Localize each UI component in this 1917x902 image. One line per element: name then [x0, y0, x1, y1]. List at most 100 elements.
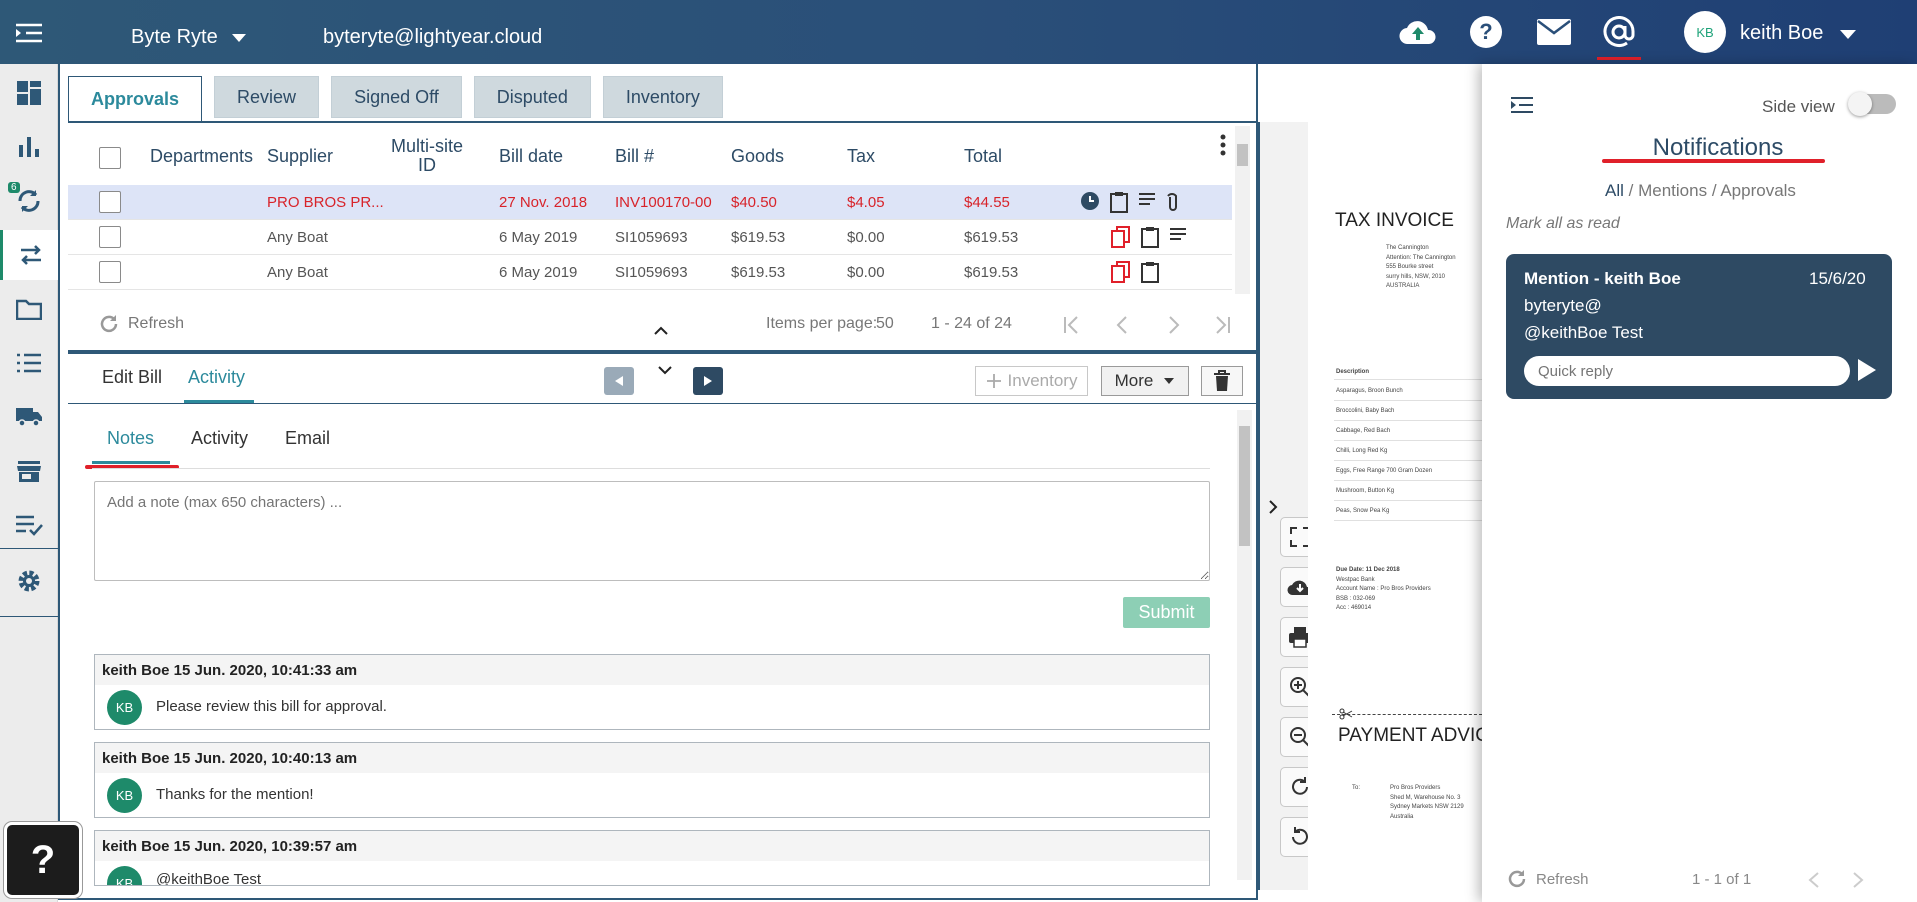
- chevron-down-icon[interactable]: [657, 365, 673, 375]
- mark-all-read-link[interactable]: Mark all as read: [1506, 215, 1620, 233]
- filter-all[interactable]: All: [1605, 181, 1624, 200]
- notification-filters: All / Mentions / Approvals: [1605, 181, 1796, 200]
- col-tax[interactable]: Tax: [847, 146, 875, 167]
- delete-button[interactable]: [1201, 366, 1243, 396]
- col-total[interactable]: Total: [964, 146, 1002, 167]
- chart-icon[interactable]: [0, 122, 58, 172]
- user-name[interactable]: keith Boe: [1740, 22, 1823, 45]
- mail-icon[interactable]: [1534, 14, 1574, 50]
- sync-icon[interactable]: 6: [0, 176, 58, 226]
- chevron-right-icon[interactable]: [1268, 499, 1278, 515]
- tab-inventory[interactable]: Inventory: [602, 76, 723, 118]
- folder-icon[interactable]: [0, 284, 58, 334]
- truck-icon[interactable]: [0, 392, 58, 442]
- table-row[interactable]: Any Boat 6 May 2019 SI1059693 $619.53 $0…: [68, 255, 1232, 290]
- org-selector[interactable]: Byte Ryte: [131, 26, 246, 49]
- next-page-icon[interactable]: [1850, 871, 1866, 889]
- user-avatar[interactable]: KB: [1684, 11, 1726, 53]
- list-icon[interactable]: [0, 338, 58, 388]
- cell-bill-number: SI1059693: [615, 229, 688, 246]
- refresh-button[interactable]: Refresh: [98, 313, 184, 335]
- menu-toggle-icon[interactable]: [14, 22, 44, 44]
- subtab-activity[interactable]: Activity: [191, 428, 248, 449]
- notifications-range: 1 - 1 of 1: [1692, 871, 1752, 888]
- send-reply-icon[interactable]: [1858, 359, 1876, 381]
- col-multisite-id[interactable]: Multi-site ID: [386, 137, 468, 175]
- clipboard-icon[interactable]: [1141, 226, 1159, 248]
- duplicate-icon[interactable]: [1111, 261, 1131, 283]
- cloud-upload-icon[interactable]: [1398, 14, 1438, 50]
- notifications-refresh-button[interactable]: Refresh: [1506, 868, 1589, 890]
- doc-heading: TAX INVOICE: [1335, 210, 1454, 231]
- scissors-icon: [1339, 708, 1353, 720]
- trash-icon: [1214, 370, 1230, 391]
- prev-page-icon[interactable]: [1806, 871, 1822, 889]
- next-bill-button[interactable]: [693, 367, 723, 395]
- attachment-icon[interactable]: [1166, 191, 1180, 213]
- duplicate-icon[interactable]: [1111, 226, 1131, 248]
- note-header: keith Boe 15 Jun. 2020, 10:40:13 am: [95, 743, 1209, 773]
- doc-rule: [1334, 400, 1482, 401]
- tab-approvals[interactable]: Approvals: [68, 76, 203, 122]
- col-departments[interactable]: Departments: [150, 146, 253, 167]
- clipboard-icon[interactable]: [1110, 191, 1128, 213]
- clipboard-icon[interactable]: [1141, 261, 1159, 283]
- submit-note-button[interactable]: Submit: [1123, 597, 1210, 628]
- notes-lines-icon[interactable]: [1169, 226, 1187, 244]
- doc-rule: [1334, 379, 1482, 380]
- filter-mentions[interactable]: Mentions: [1638, 181, 1707, 200]
- sync-badge: 6: [8, 182, 20, 193]
- checklist-icon[interactable]: [0, 500, 58, 550]
- transfer-icon[interactable]: [0, 230, 58, 280]
- dashboard-icon[interactable]: [0, 68, 58, 118]
- first-page-icon[interactable]: [1061, 314, 1083, 336]
- subtab-email[interactable]: Email: [285, 428, 330, 449]
- notes-scrollbar[interactable]: [1237, 410, 1252, 880]
- prev-page-icon[interactable]: [1112, 314, 1134, 336]
- at-mention-icon[interactable]: [1599, 14, 1639, 50]
- col-supplier[interactable]: Supplier: [267, 146, 333, 167]
- last-page-icon[interactable]: [1211, 314, 1233, 336]
- notes-lines-icon[interactable]: [1138, 191, 1156, 209]
- tab-disputed[interactable]: Disputed: [473, 76, 591, 118]
- row-checkbox[interactable]: [99, 261, 121, 283]
- tab-review[interactable]: Review: [214, 76, 320, 118]
- note-input[interactable]: [94, 481, 1210, 581]
- select-all-checkbox[interactable]: [99, 147, 121, 169]
- row-checkbox[interactable]: [99, 226, 121, 248]
- table-row[interactable]: PRO BROS PR... 27 Nov. 2018 INV100170-00…: [68, 185, 1232, 220]
- refresh-label: Refresh: [128, 315, 185, 332]
- tab-signed-off[interactable]: Signed Off: [331, 76, 462, 118]
- side-view-toggle[interactable]: [1848, 92, 1896, 116]
- table-row[interactable]: Any Boat 6 May 2019 SI1059693 $619.53 $0…: [68, 220, 1232, 255]
- settings-gear-icon[interactable]: [0, 556, 58, 606]
- cell-supplier: Any Boat: [267, 264, 328, 281]
- scrollbar-thumb[interactable]: [1239, 426, 1250, 546]
- help-fab-button[interactable]: ?: [4, 822, 82, 898]
- notification-card[interactable]: Mention - keith Boe 15/6/20 byteryte@ @k…: [1506, 254, 1892, 399]
- chevron-up-icon[interactable]: [653, 326, 669, 336]
- filter-approvals[interactable]: Approvals: [1720, 181, 1796, 200]
- col-goods[interactable]: Goods: [731, 146, 784, 167]
- col-bill-date[interactable]: Bill date: [499, 146, 563, 167]
- prev-bill-button[interactable]: [604, 367, 634, 395]
- chevron-down-icon[interactable]: [1840, 30, 1856, 39]
- help-icon[interactable]: ?: [1466, 14, 1506, 50]
- tab-activity[interactable]: Activity: [188, 367, 245, 388]
- add-inventory-button[interactable]: Inventory: [975, 366, 1088, 396]
- scrollbar-thumb[interactable]: [1237, 144, 1248, 166]
- tab-edit-bill[interactable]: Edit Bill: [102, 367, 162, 388]
- more-button[interactable]: More: [1101, 366, 1189, 396]
- clock-icon[interactable]: [1080, 191, 1100, 211]
- store-icon[interactable]: [0, 446, 58, 496]
- row-checkbox[interactable]: [99, 191, 121, 213]
- quick-reply-input[interactable]: [1524, 356, 1850, 386]
- collapse-panel-icon[interactable]: [1510, 96, 1534, 114]
- table-scrollbar[interactable]: [1235, 126, 1250, 294]
- next-page-icon[interactable]: [1162, 314, 1184, 336]
- table-menu-icon[interactable]: [1220, 134, 1226, 156]
- subtab-notes[interactable]: Notes: [107, 428, 154, 449]
- items-per-page-select[interactable]: 50: [876, 315, 894, 333]
- note-avatar: KB: [107, 778, 142, 813]
- col-bill-number[interactable]: Bill #: [615, 146, 654, 167]
